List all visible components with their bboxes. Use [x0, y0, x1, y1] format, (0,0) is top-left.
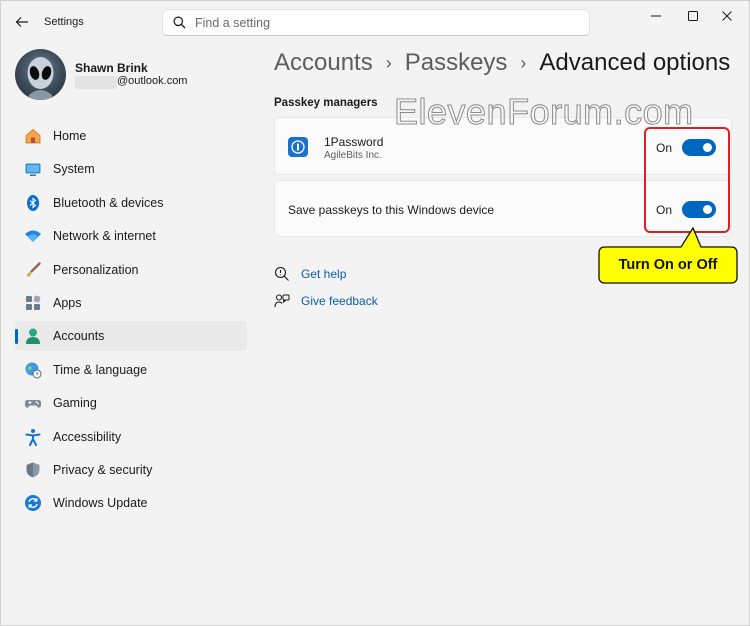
globe-icon — [24, 361, 42, 379]
onepassword-icon — [288, 137, 308, 157]
apps-icon — [24, 294, 42, 312]
avatar[interactable] — [15, 49, 66, 100]
breadcrumb: Accounts › Passkeys › Advanced options — [274, 49, 730, 77]
sidebar-item-label: Accounts — [53, 329, 105, 344]
sidebar-item-gaming[interactable]: Gaming — [15, 388, 247, 418]
settings-window: Settings Shawn Brink @outlook.com — [0, 0, 750, 626]
user-email: @outlook.com — [117, 75, 188, 87]
sidebar-item-personalization[interactable]: Personalization — [15, 255, 247, 285]
sidebar-item-label: Gaming — [53, 396, 97, 411]
home-icon — [24, 127, 42, 145]
give-feedback-link[interactable]: Give feedback — [274, 293, 378, 309]
sidebar-item-time-language[interactable]: Time & language — [15, 355, 247, 385]
accounts-icon — [24, 327, 42, 345]
sidebar-nav: Home System Bluetooth & devices Network … — [15, 121, 247, 522]
breadcrumb-separator: › — [385, 52, 392, 73]
app-title: Settings — [44, 16, 84, 28]
get-help-label: Get help — [301, 267, 347, 281]
maximize-icon — [688, 11, 698, 21]
sidebar-item-label: Privacy & security — [53, 462, 153, 477]
wifi-icon — [24, 227, 42, 245]
sidebar-item-home[interactable]: Home — [15, 121, 247, 151]
breadcrumb-passkeys[interactable]: Passkeys — [405, 49, 508, 77]
gamepad-icon — [24, 394, 42, 412]
sidebar-item-label: Time & language — [53, 362, 148, 377]
manager-name: Save passkeys to this Windows device — [288, 203, 495, 217]
system-icon — [24, 160, 42, 178]
page-title: Advanced options — [539, 49, 731, 76]
sidebar-item-apps[interactable]: Apps — [15, 288, 247, 318]
brush-icon — [24, 261, 42, 279]
sidebar-item-accessibility[interactable]: Accessibility — [15, 422, 247, 452]
title-bar: Settings — [1, 1, 749, 45]
back-arrow-icon — [15, 17, 28, 27]
search-icon — [173, 16, 186, 29]
sidebar-item-label: Network & internet — [53, 229, 156, 244]
sidebar-item-label: Windows Update — [53, 496, 148, 511]
sidebar-item-label: Accessibility — [53, 429, 122, 444]
sidebar-item-label: Home — [53, 129, 87, 143]
sidebar-item-accounts[interactable]: Accounts — [15, 321, 247, 352]
section-title: Passkey managers — [274, 97, 378, 109]
help-icon — [274, 266, 290, 282]
shield-icon — [24, 461, 42, 479]
feedback-icon — [274, 293, 290, 309]
sidebar-item-network[interactable]: Network & internet — [15, 221, 247, 251]
sidebar-item-label: Bluetooth & devices — [53, 195, 164, 210]
breadcrumb-separator: › — [520, 52, 527, 73]
redacted-email-prefix — [75, 76, 117, 89]
sidebar-item-privacy-security[interactable]: Privacy & security — [15, 455, 247, 485]
give-feedback-label: Give feedback — [301, 294, 378, 308]
sidebar-item-system[interactable]: System — [15, 154, 247, 184]
bluetooth-icon — [24, 194, 42, 212]
manager-name: 1Password — [324, 135, 384, 149]
accessibility-icon — [24, 428, 42, 446]
sidebar-item-windows-update[interactable]: Windows Update — [15, 488, 247, 518]
update-icon — [24, 494, 42, 512]
callout-text: Turn On or Off — [618, 256, 718, 273]
get-help-link[interactable]: Get help — [274, 266, 346, 282]
minimize-icon — [651, 15, 661, 17]
close-icon — [722, 11, 732, 21]
close-button[interactable] — [704, 1, 749, 31]
sidebar-item-label: System — [53, 162, 95, 177]
sidebar-item-label: Personalization — [53, 262, 139, 277]
sidebar-item-label: Apps — [53, 295, 82, 310]
sidebar-item-bluetooth[interactable]: Bluetooth & devices — [15, 188, 247, 218]
alien-avatar-icon — [27, 57, 54, 100]
highlight-box — [644, 127, 730, 233]
active-indicator — [15, 329, 18, 345]
search-input[interactable] — [195, 15, 575, 30]
breadcrumb-accounts[interactable]: Accounts — [274, 49, 373, 77]
search-box[interactable] — [162, 9, 590, 36]
user-name: Shawn Brink — [75, 61, 148, 75]
manager-publisher: AgileBits Inc. — [324, 150, 382, 161]
back-button[interactable] — [11, 11, 33, 33]
